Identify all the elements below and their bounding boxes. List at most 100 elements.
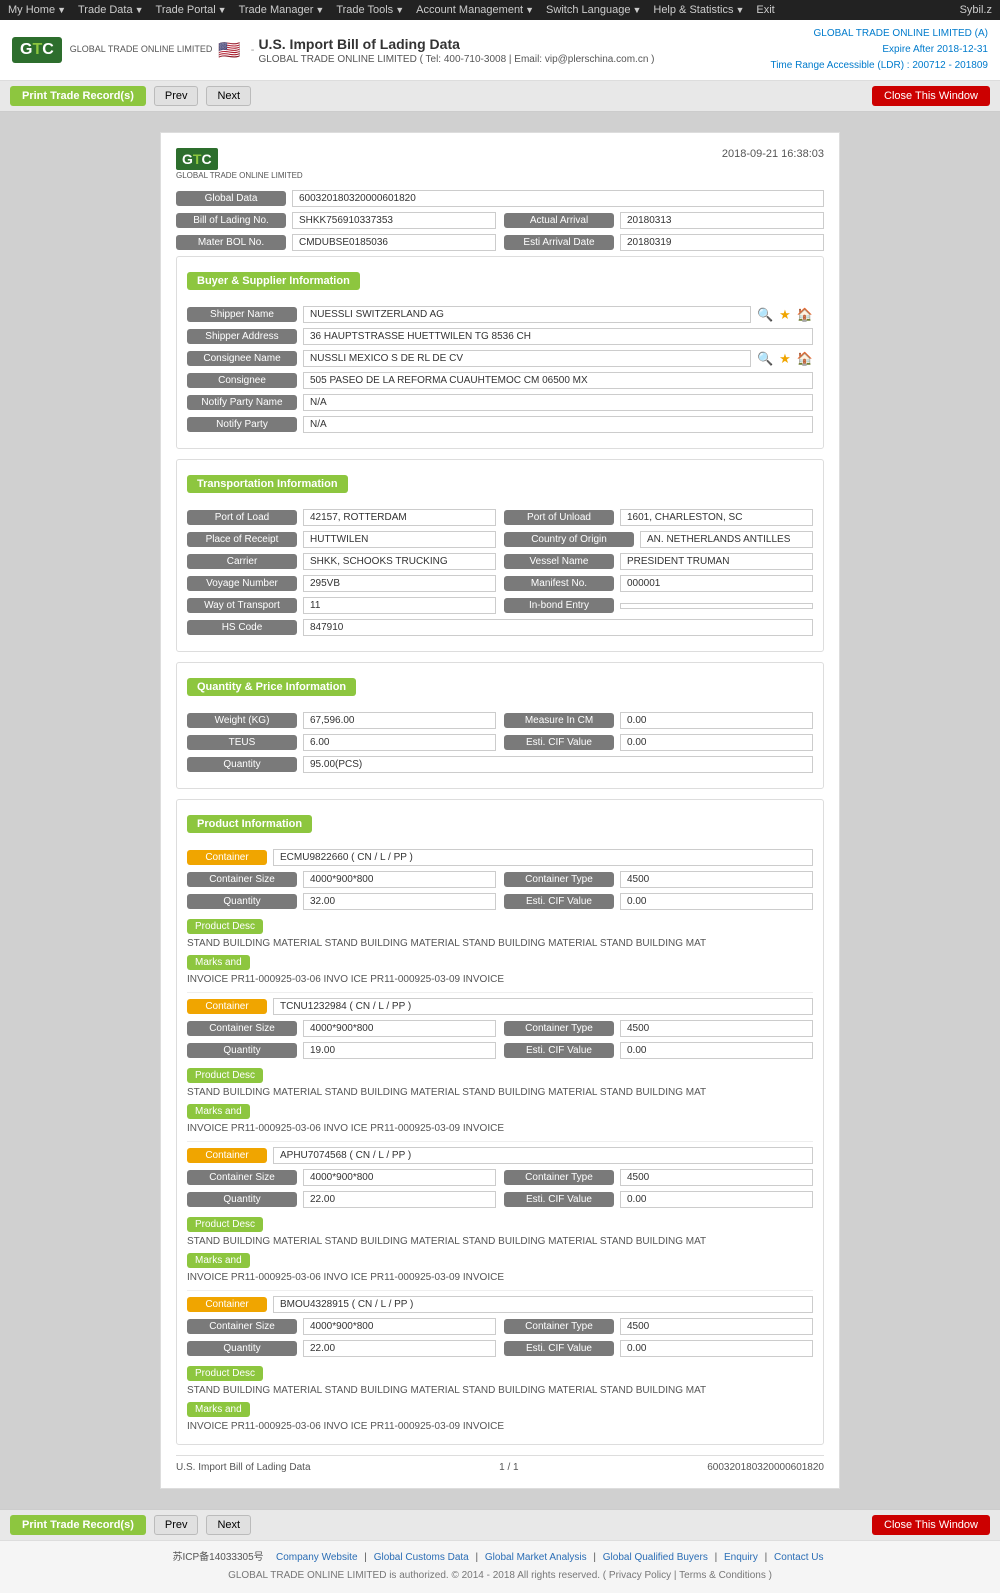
container-id-2: APHU7074568 ( CN / L / PP )	[273, 1147, 813, 1164]
nav-trade-tools[interactable]: Trade Tools ▼	[336, 4, 404, 16]
nav-my-home[interactable]: My Home ▼	[8, 4, 66, 16]
separator: -	[251, 44, 255, 56]
way-of-transport-label: Way ot Transport	[187, 598, 297, 613]
search-icon-consignee[interactable]: 🔍	[757, 351, 773, 367]
shipper-name-row: Shipper Name NUESSLI SWITZERLAND AG 🔍 ★ …	[187, 306, 813, 323]
weight-col: Weight (KG) 67,596.00	[187, 712, 496, 729]
quantity-price-section: Quantity & Price Information Weight (KG)…	[176, 662, 824, 789]
star-icon-shipper[interactable]: ★	[779, 307, 791, 323]
carrier-col: Carrier SHKK, SCHOOKS TRUCKING	[187, 553, 496, 570]
container-cif-label-3: Esti. CIF Value	[504, 1341, 614, 1356]
record-logo-icon: GTC	[176, 148, 218, 170]
container-id-3: BMOU4328915 ( CN / L / PP )	[273, 1296, 813, 1313]
bottom-toolbar: Print Trade Record(s) Prev Next Close Th…	[0, 1509, 1000, 1540]
container-qty-row-2: Quantity 22.00 Esti. CIF Value 0.00	[187, 1191, 813, 1208]
quantity-value: 95.00(PCS)	[303, 756, 813, 773]
marks-label-2: Marks and	[187, 1253, 250, 1268]
contact-info: GLOBAL TRADE ONLINE LIMITED ( Tel: 400-7…	[258, 54, 654, 65]
esti-arrival-col: Esti Arrival Date 20180319	[504, 234, 824, 251]
star-icon-consignee[interactable]: ★	[779, 351, 791, 367]
print-button-bottom[interactable]: Print Trade Record(s)	[10, 1515, 146, 1535]
place-country-row: Place of Receipt HUTTWILEN Country of Or…	[187, 531, 813, 548]
company-name-right: GLOBAL TRADE ONLINE LIMITED (A)	[770, 26, 988, 42]
nav-trade-data[interactable]: Trade Data ▼	[78, 4, 144, 16]
carrier-label: Carrier	[187, 554, 297, 569]
divider-1	[187, 992, 813, 993]
buyer-supplier-section: Buyer & Supplier Information Shipper Nam…	[176, 256, 824, 449]
close-button-top[interactable]: Close This Window	[872, 86, 990, 106]
prev-button-top[interactable]: Prev	[154, 86, 199, 106]
container-size-col-1: Container Size 4000*900*800	[187, 1020, 496, 1037]
transportation-section: Transportation Information Port of Load …	[176, 459, 824, 652]
record-logo: GTC GLOBAL TRADE ONLINE LIMITED	[176, 148, 303, 180]
transport-title: Transportation Information	[187, 475, 348, 493]
next-button-bottom[interactable]: Next	[206, 1515, 251, 1535]
search-icon-shipper[interactable]: 🔍	[757, 307, 773, 323]
print-button-top[interactable]: Print Trade Record(s)	[10, 86, 146, 106]
consignee-row: Consignee 505 PASEO DE LA REFORMA CUAUHT…	[187, 372, 813, 389]
nav-exit[interactable]: Exit	[756, 4, 774, 16]
marks-label-3: Marks and	[187, 1402, 250, 1417]
container-size-label-3: Container Size	[187, 1319, 297, 1334]
nav-trade-manager[interactable]: Trade Manager ▼	[239, 4, 325, 16]
nav-account-management[interactable]: Account Management ▼	[416, 4, 534, 16]
footer-link-enquiry[interactable]: Enquiry	[724, 1552, 758, 1563]
port-of-unload-value: 1601, CHARLESTON, SC	[620, 509, 813, 526]
container-cif-label-2: Esti. CIF Value	[504, 1192, 614, 1207]
record-logo-sub: GLOBAL TRADE ONLINE LIMITED	[176, 171, 303, 180]
marks-btn-1: Marks and	[187, 1100, 813, 1121]
voyage-number-col: Voyage Number 295VB	[187, 575, 496, 592]
hs-code-value: 847910	[303, 619, 813, 636]
product-desc-label-3: Product Desc	[187, 1366, 263, 1381]
logo-text: GLOBAL TRADE ONLINE LIMITED	[70, 44, 213, 56]
actual-arrival-col: Actual Arrival 20180313	[504, 212, 824, 229]
actual-arrival-value: 20180313	[620, 212, 824, 229]
global-data-row: Global Data 600320180320000601820	[176, 190, 824, 207]
nav-switch-language[interactable]: Switch Language ▼	[546, 4, 641, 16]
container-size-row-3: Container Size 4000*900*800 Container Ty…	[187, 1318, 813, 1335]
footer-link-market[interactable]: Global Market Analysis	[485, 1552, 587, 1563]
product-desc-text-2: STAND BUILDING MATERIAL STAND BUILDING M…	[187, 1234, 813, 1249]
notify-party-label: Notify Party	[187, 417, 297, 432]
master-bol-row: Mater BOL No. CMDUBSE0185036 Esti Arriva…	[176, 234, 824, 251]
record-footer-page: 1 / 1	[499, 1462, 518, 1473]
global-data-value: 600320180320000601820	[292, 190, 824, 207]
prev-button-bottom[interactable]: Prev	[154, 1515, 199, 1535]
logo-area: GTC GLOBAL TRADE ONLINE LIMITED	[12, 37, 212, 63]
way-inbond-row: Way ot Transport 11 In-bond Entry	[187, 597, 813, 614]
bol-no-label: Bill of Lading No.	[176, 213, 286, 228]
container-cif-col-3: Esti. CIF Value 0.00	[504, 1340, 813, 1357]
manifest-no-value: 000001	[620, 575, 813, 592]
nav-help-statistics[interactable]: Help & Statistics ▼	[653, 4, 744, 16]
container-size-row-1: Container Size 4000*900*800 Container Ty…	[187, 1020, 813, 1037]
carrier-value: SHKK, SCHOOKS TRUCKING	[303, 553, 496, 570]
notify-party-row: Notify Party N/A	[187, 416, 813, 433]
home-icon-shipper[interactable]: 🏠	[797, 307, 813, 323]
bol-no-col: Bill of Lading No. SHKK756910337353	[176, 212, 496, 229]
header-bar: GTC GLOBAL TRADE ONLINE LIMITED 🇺🇸 - U.S…	[0, 20, 1000, 81]
voyage-number-value: 295VB	[303, 575, 496, 592]
container-qty-label-0: Quantity	[187, 894, 297, 909]
container-size-label-2: Container Size	[187, 1170, 297, 1185]
notify-party-name-value: N/A	[303, 394, 813, 411]
container-cif-label-0: Esti. CIF Value	[504, 894, 614, 909]
notify-party-name-label: Notify Party Name	[187, 395, 297, 410]
product-header: Product Information	[187, 815, 813, 841]
nav-trade-portal[interactable]: Trade Portal ▼	[156, 4, 227, 16]
next-button-top[interactable]: Next	[206, 86, 251, 106]
measure-label: Measure In CM	[504, 713, 614, 728]
marks-btn-0: Marks and	[187, 951, 813, 972]
container-size-col-2: Container Size 4000*900*800	[187, 1169, 496, 1186]
footer-link-buyers[interactable]: Global Qualified Buyers	[603, 1552, 708, 1563]
footer-link-company[interactable]: Company Website	[276, 1552, 358, 1563]
footer-link-customs[interactable]: Global Customs Data	[374, 1552, 469, 1563]
home-icon-consignee[interactable]: 🏠	[797, 351, 813, 367]
port-row: Port of Load 42157, ROTTERDAM Port of Un…	[187, 509, 813, 526]
port-of-unload-col: Port of Unload 1601, CHARLESTON, SC	[504, 509, 813, 526]
close-button-bottom[interactable]: Close This Window	[872, 1515, 990, 1535]
product-section: Product Information Container ECMU982266…	[176, 799, 824, 1445]
footer-link-contact[interactable]: Contact Us	[774, 1552, 823, 1563]
container-label-0: Container	[187, 850, 267, 865]
container-row-2: Container APHU7074568 ( CN / L / PP )	[187, 1147, 813, 1164]
container-qty-col-1: Quantity 19.00	[187, 1042, 496, 1059]
